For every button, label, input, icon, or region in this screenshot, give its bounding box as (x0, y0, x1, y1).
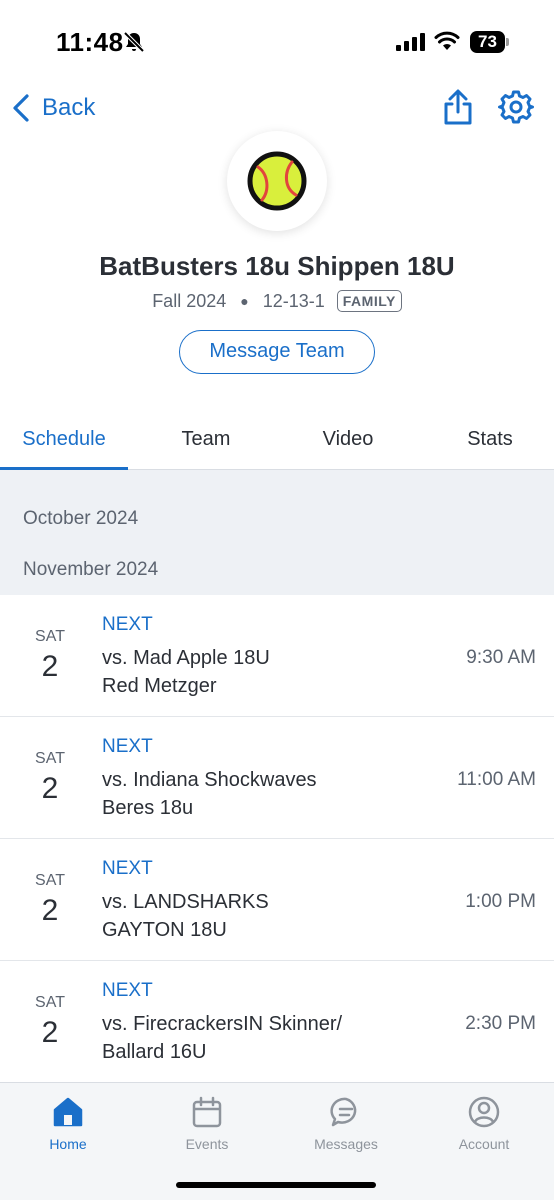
tab-video[interactable]: Video (292, 428, 404, 451)
game-status: NEXT (102, 614, 153, 635)
wifi-icon (434, 31, 460, 50)
game-opponent: vs. Indiana Shockwaves (102, 769, 317, 791)
status-bar: 11:48 73 (0, 0, 554, 84)
tabbar-home[interactable]: Home (18, 1095, 118, 1152)
cellular-signal-icon (396, 33, 425, 51)
game-opponent: vs. LANDSHARKS (102, 891, 269, 913)
tab-stats[interactable]: Stats (434, 428, 546, 451)
back-label: Back (42, 94, 96, 121)
game-opponent-cont: Ballard 16U (102, 1041, 207, 1063)
tabbar-account-label: Account (458, 1136, 510, 1152)
chevron-left-icon (13, 94, 29, 122)
game-day-of-week: SAT (35, 628, 65, 645)
game-time: 11:00 AM (457, 769, 536, 790)
section-tabs: Schedule Team Video Stats (0, 410, 554, 470)
back-button[interactable]: Back (10, 88, 95, 128)
tab-team[interactable]: Team (150, 428, 262, 451)
game-opponent: vs. FirecrackersIN Skinner/ (102, 1013, 343, 1035)
home-icon (53, 1097, 83, 1127)
calendar-icon (192, 1096, 222, 1128)
game-row[interactable]: SAT 2 NEXT vs. Mad Apple 18U Red Metzger… (0, 595, 554, 717)
tabbar-home-label: Home (49, 1136, 87, 1152)
separator-dot: ● (240, 293, 249, 309)
game-day-number: 2 (41, 650, 59, 683)
tabbar-messages[interactable]: Messages (296, 1095, 396, 1152)
game-day-of-week: SAT (35, 750, 65, 767)
battery-level: 73 (470, 31, 505, 53)
tabbar-messages-label: Messages (314, 1136, 378, 1152)
game-time: 2:30 PM (465, 1013, 536, 1034)
battery-icon: 73 (470, 31, 510, 53)
game-time: 1:00 PM (465, 891, 536, 912)
game-day-of-week: SAT (35, 994, 65, 1011)
tabbar-events[interactable]: Events (157, 1095, 257, 1152)
game-row[interactable]: SAT 2 NEXT vs. FirecrackersIN Skinner/ B… (0, 961, 554, 1083)
chat-bubble-icon (330, 1097, 357, 1127)
game-status: NEXT (102, 736, 153, 757)
share-icon[interactable] (441, 88, 475, 126)
game-day-number: 2 (41, 772, 59, 805)
team-name: BatBusters 18u Shippen 18U (99, 251, 455, 281)
tabbar-events-label: Events (185, 1136, 229, 1152)
team-record: 12-13-1 (262, 290, 325, 311)
game-opponent-cont: Beres 18u (102, 797, 194, 819)
game-status: NEXT (102, 858, 153, 879)
role-badge: FAMILY (336, 290, 402, 312)
bell-slash-icon (123, 31, 145, 53)
month-header-november[interactable]: November 2024 (23, 559, 158, 581)
game-opponent-cont: Red Metzger (102, 675, 217, 697)
game-day-of-week: SAT (35, 872, 65, 889)
tabbar-account[interactable]: Account (434, 1095, 534, 1152)
team-season: Fall 2024 (152, 290, 227, 311)
message-team-button[interactable]: Message Team (179, 330, 375, 374)
game-time: 9:30 AM (466, 647, 536, 668)
battery-tip (506, 38, 509, 46)
tab-schedule[interactable]: Schedule (0, 428, 128, 451)
user-circle-icon (468, 1096, 500, 1128)
game-list: SAT 2 NEXT vs. Mad Apple 18U Red Metzger… (0, 595, 554, 1083)
team-meta: Fall 2024 ● 12-13-1 FAMILY (0, 290, 554, 312)
game-day-number: 2 (41, 1016, 59, 1049)
game-row[interactable]: SAT 2 NEXT vs. LANDSHARKS GAYTON 18U 1:0… (0, 839, 554, 961)
team-avatar (227, 131, 327, 231)
gear-icon[interactable] (498, 89, 534, 125)
game-row[interactable]: SAT 2 NEXT vs. Indiana Shockwaves Beres … (0, 717, 554, 839)
game-status: NEXT (102, 980, 153, 1001)
status-time: 11:48 (56, 27, 124, 57)
game-opponent: vs. Mad Apple 18U (102, 647, 270, 669)
month-header-october[interactable]: October 2024 (23, 508, 138, 530)
month-headers: October 2024 November 2024 (0, 470, 554, 595)
home-indicator (176, 1182, 376, 1188)
softball-icon (247, 151, 307, 211)
game-opponent-cont: GAYTON 18U (102, 919, 227, 941)
game-day-number: 2 (41, 894, 59, 927)
